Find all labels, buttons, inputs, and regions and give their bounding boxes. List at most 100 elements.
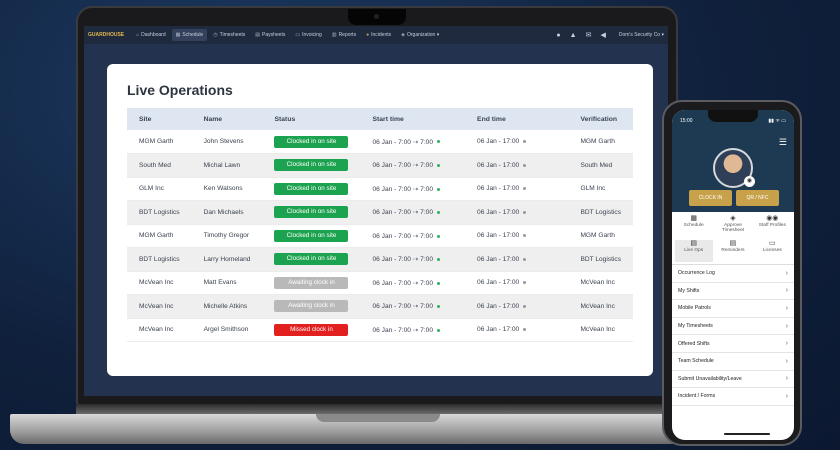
phone-menu-item[interactable]: Submit Unavailability/Leave › <box>672 371 794 389</box>
phone-menu-item[interactable]: Mobile Patrols › <box>672 300 794 318</box>
cell-name: Timothy Gregor <box>203 232 250 240</box>
phone-menu-item[interactable]: Team Schedule › <box>672 353 794 371</box>
phone-time: 15:00 <box>680 118 693 124</box>
reports-icon: ▥ <box>331 32 337 38</box>
column-header-end-time[interactable]: End time <box>465 108 569 130</box>
phone-menu-item[interactable]: My Timesheets › <box>672 318 794 336</box>
nav-item-paysheets[interactable]: ▤ Paysheets <box>251 29 289 41</box>
table-row[interactable]: BDT Logistics Dan Michaels Clocked in on s… <box>127 200 633 224</box>
quick-link-approve-timesheet[interactable]: ◈ Approve Timesheet <box>714 215 752 237</box>
column-header-site[interactable]: Site <box>127 108 192 130</box>
clock-in-button[interactable]: CLOCK IN <box>689 190 732 206</box>
cell-name: Dan Michaels <box>191 200 263 224</box>
nav-label: Schedule <box>182 32 204 38</box>
chevron-right-icon: › <box>785 322 788 330</box>
end-time-text: 06 Jan - 17:00 <box>477 279 520 287</box>
cell-name: Michal Lawn <box>191 153 263 177</box>
start-time-text: 06 Jan - 7:00 ⇢ 7:00 <box>372 256 433 264</box>
nav-label: Paysheets <box>262 32 286 38</box>
start-time-text: 06 Jan - 7:00 ⇢ 7:00 <box>372 185 433 193</box>
nav-label: Reports <box>338 32 357 38</box>
table-row[interactable]: South Med Michal Lawn Clocked in on site 06… <box>127 153 633 177</box>
nav-item-dashboard[interactable]: ⌂ Dashboard <box>132 29 170 41</box>
cell-verification: BDT Logistics <box>568 247 633 271</box>
table-row[interactable]: BDT Logistics Larry Homeland Clocked in on… <box>127 247 633 271</box>
pending-indicator-icon <box>523 281 527 284</box>
mail-icon[interactable]: ✉ <box>586 31 592 39</box>
quick-link-staff-profiles[interactable]: ◉◉ Staff Profiles <box>753 215 791 237</box>
camera-icon[interactable]: ◉ <box>744 176 755 187</box>
on-time-indicator-icon <box>437 234 440 238</box>
cell-verification: McVean Inc <box>568 294 633 318</box>
column-header-verification[interactable]: Verification <box>568 108 633 130</box>
menu-item-label: Offered Shifts <box>678 340 710 347</box>
live-operations-table: Site Name Status Start time End time Ver… <box>127 108 633 342</box>
graduation-cap-icon[interactable]: ▲ <box>570 32 577 39</box>
nav-item-incidents[interactable]: ● Incidents <box>362 29 395 41</box>
column-header-start-time[interactable]: Start time <box>360 108 466 130</box>
cell-start-time: 06 Jan - 7:00 ⇢ 7:00 <box>360 318 465 342</box>
chevron-right-icon: › <box>785 392 788 400</box>
menu-item-label: My Timesheets <box>678 323 713 330</box>
cell-end-time: 06 Jan - 17:00 <box>465 224 568 248</box>
nav-label: Invoicing <box>302 32 322 38</box>
qr-nfc-button[interactable]: QR / NFC <box>736 190 779 206</box>
nav-item-reports[interactable]: ▥ Reports <box>328 29 360 41</box>
cell-start-time: 06 Jan - 7:00 ⇢ 7:00 <box>360 153 466 177</box>
quick-link-licenses[interactable]: ▭ Licenses <box>753 240 791 262</box>
cell-site: MGM Garth <box>139 138 174 145</box>
chevron-right-icon: › <box>785 304 788 312</box>
table-row[interactable]: McVean Inc Michelle Atkins Awaiting clock … <box>127 294 633 318</box>
end-time-text: 06 Jan - 17:00 <box>477 161 520 169</box>
nav-label: Incidents <box>371 32 392 38</box>
table-row[interactable]: MGM Garth John Stevens Clocked in on site 0… <box>127 130 633 154</box>
table-row[interactable]: McVean Inc Argel Smithson Missed clock in 0… <box>127 318 633 342</box>
status-badge: Clocked in on site <box>274 182 349 195</box>
cell-start-time: 06 Jan - 7:00 ⇢ 7:00 <box>360 294 466 318</box>
account-menu[interactable]: Dom's Security Co ▾ <box>619 32 664 38</box>
menu-item-label: Mobile Patrols <box>678 305 711 312</box>
status-badge: Awaiting clock in <box>274 276 349 289</box>
column-header-name[interactable]: Name <box>191 108 263 130</box>
hamburger-menu-icon[interactable]: ☰ <box>779 137 787 148</box>
quick-link-reminders[interactable]: ▤ Reminders <box>714 240 752 262</box>
cell-verification: McVean Inc <box>580 279 615 287</box>
chevron-right-icon: › <box>785 357 788 365</box>
live-operations-card: Live Operations Site Name Status Start t… <box>107 64 653 376</box>
paysheet-icon: ▤ <box>255 32 260 38</box>
phone-menu-item[interactable]: My Shifts › <box>672 283 794 301</box>
table-row[interactable]: GLM Inc Ken Watsons Clocked in on site 06 J… <box>127 177 633 201</box>
nav-item-schedule[interactable]: ▦ Schedule <box>171 29 208 41</box>
organization-icon: ◈ <box>401 32 405 38</box>
nav-item-timesheets[interactable]: ◷ Timesheets <box>209 29 249 41</box>
on-time-indicator-icon <box>437 187 440 191</box>
end-time-text: 06 Jan - 17:00 <box>477 208 520 216</box>
cell-start-time: 06 Jan - 7:00 ⇢ 7:00 <box>360 177 465 201</box>
phone-menu-item[interactable]: Incident / Forms › <box>672 388 794 406</box>
end-time-text: 06 Jan - 17:00 <box>477 138 520 145</box>
menu-item-label: Occurrence Log <box>678 270 715 277</box>
nav-item-invoicing[interactable]: ▭ Invoicing <box>291 29 325 41</box>
status-badge: Clocked in on site <box>274 159 349 172</box>
on-time-indicator-icon <box>437 164 440 167</box>
quick-link-schedule[interactable]: ▦ Schedule <box>675 215 713 237</box>
quick-link-label: Schedule <box>683 222 704 228</box>
start-time-text: 06 Jan - 7:00 ⇢ 7:00 <box>372 138 433 146</box>
chat-icon[interactable]: ● <box>556 32 560 39</box>
phone-menu-item[interactable]: Offered Shifts › <box>672 335 794 353</box>
cell-verification: GLM Inc <box>580 185 606 193</box>
quick-links-row-1: ▦ Schedule ◈ Approve Timesheet ◉◉ Staff Pro… <box>672 212 794 237</box>
pending-indicator-icon <box>523 139 527 143</box>
table-row[interactable]: MGM Garth Timothy Gregor Clocked in on sit… <box>127 224 633 248</box>
phone-menu-item[interactable]: Occurrence Log › <box>672 265 794 283</box>
table-row[interactable]: McVean Inc Matt Evans Awaiting clock in 06 … <box>127 271 633 295</box>
column-header-status[interactable]: Status <box>262 108 361 130</box>
quick-link-live-ops[interactable]: ▤ Live Ops <box>674 240 713 262</box>
brand-logo[interactable]: GUARDHOUSE <box>88 32 124 38</box>
cell-status: Awaiting clock in <box>262 294 361 318</box>
nav-item-organization[interactable]: ◈ Organization ▾ <box>397 29 443 41</box>
cell-verification: MGM Garth <box>580 232 615 240</box>
end-time-text: 06 Jan - 17:00 <box>477 185 520 193</box>
megaphone-icon[interactable]: ◀ <box>600 31 605 39</box>
cell-status: Clocked in on site <box>262 153 361 177</box>
